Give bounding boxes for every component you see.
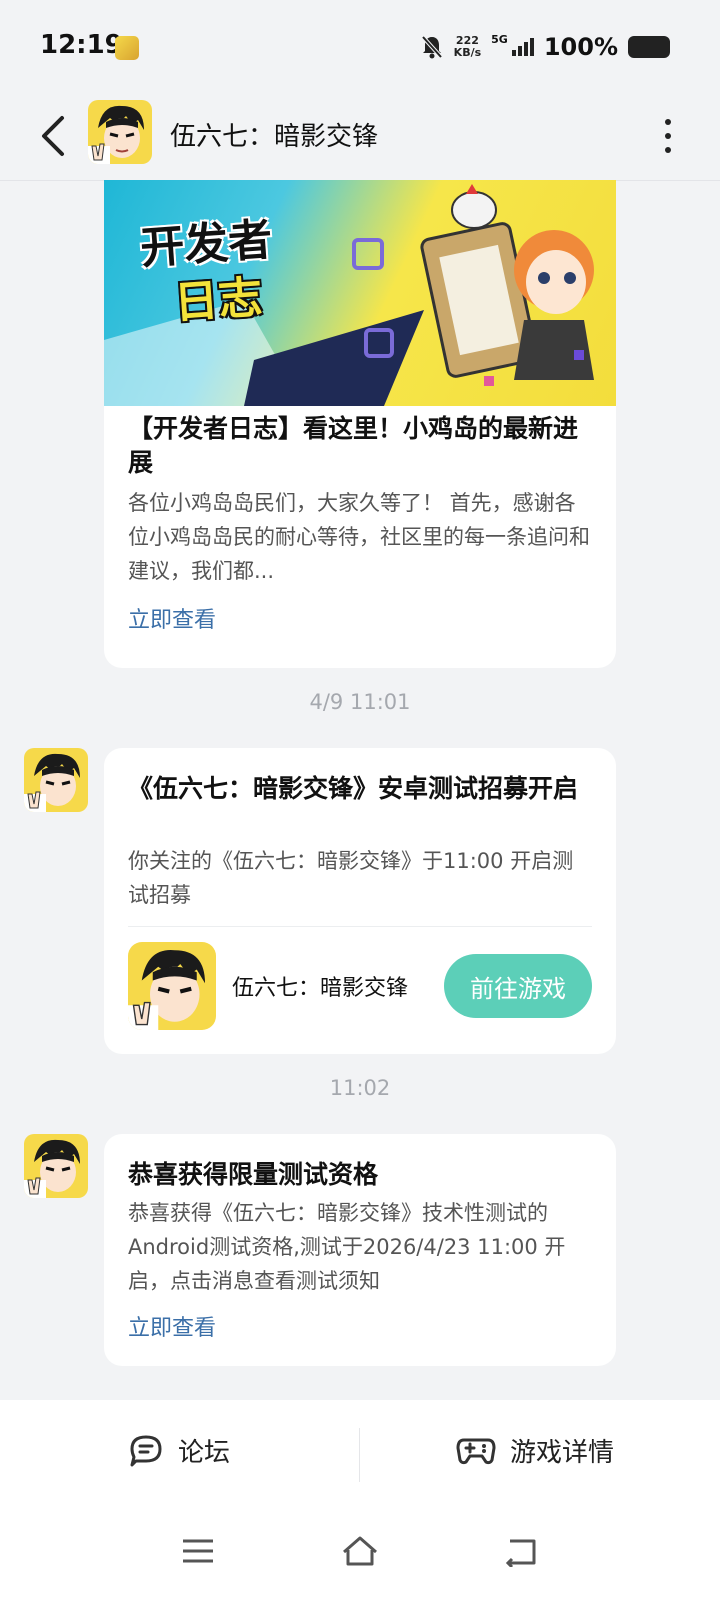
dev-log-body: 各位小鸡岛岛民们，大家久等了！ 首先，感谢各位小鸡岛岛民的耐心等待，社区里的每一… [128,491,590,583]
qualification-title: 恭喜获得限量测试资格 [128,1160,379,1189]
bottom-action-bar: 论坛 游戏详情 [0,1400,720,1500]
qualification-body: 恭喜获得《伍六七：暗影交锋》技术性测试的Android测试资格,测试于2026/… [128,1201,566,1293]
home-icon [343,1536,377,1566]
banner-text-line2: 日志 [172,271,264,329]
status-time: 12:19 [40,30,123,60]
go-to-game-button[interactable]: 前往游戏 [444,954,592,1018]
dev-log-view-link[interactable]: 立即查看 [128,602,216,634]
signal-5g-icon: 5G [491,33,534,56]
back-button[interactable] [26,106,78,166]
more-dot [665,133,671,139]
forum-chat-icon [130,1435,162,1467]
forum-button[interactable]: 论坛 [128,1400,230,1500]
qualification-card[interactable]: 恭喜获得限量测试资格 恭喜获得《伍六七：暗影交锋》技术性测试的Android测试… [104,1134,616,1366]
chevron-left-icon [42,116,64,156]
forum-label: 论坛 [178,1437,231,1468]
back-nav-button[interactable] [490,1526,550,1576]
battery-percent: 100% [543,33,618,61]
more-options-button[interactable] [656,110,680,162]
dev-log-banner-image[interactable]: 开发者 日志 [104,180,616,406]
back-arrow-icon [505,1539,536,1567]
game-name: 伍六七：暗影交锋 [232,976,409,1001]
game-avatar[interactable] [88,100,152,164]
status-icons: 222 KB/s 5G 100% [420,33,670,61]
dev-log-title: 【开发者日志】看这里！小鸡岛的最新进展 [128,414,579,477]
status-bar: 12:19 222 KB/s 5G 100% [0,0,720,92]
recruit-card[interactable]: 《伍六七：暗影交锋》安卓测试招募开启 你关注的《伍六七：暗影交锋》于11:00 … [104,748,616,1054]
game-detail-button[interactable]: 游戏详情 [456,1400,614,1500]
card-divider [128,926,592,927]
bottom-bar-divider [359,1428,360,1482]
game-detail-label: 游戏详情 [510,1437,615,1468]
battery-icon [628,36,670,58]
character-face-icon [128,942,216,1030]
more-vertical-icon [665,119,671,125]
message-timestamp: 4/9 11:01 [309,690,411,714]
character-face-icon [88,100,152,164]
bell-off-icon [421,35,443,59]
notification-app-icon [115,36,139,60]
game-icon[interactable] [128,942,216,1030]
network-type: 5G [491,33,508,46]
character-face-icon [24,1134,88,1198]
sender-avatar[interactable] [24,1134,88,1198]
message-timestamp: 11:02 [329,1076,391,1100]
home-button[interactable] [330,1526,390,1576]
menu-icon [183,1539,213,1563]
sender-avatar[interactable] [24,748,88,812]
recruit-body: 你关注的《伍六七：暗影交锋》于11:00 开启测试招募 [128,849,574,907]
net-speed: 222 KB/s [454,35,481,59]
net-speed-unit: KB/s [453,46,482,59]
character-face-icon [24,748,88,812]
qualification-view-link[interactable]: 立即查看 [128,1310,216,1342]
system-nav-bar [0,1500,720,1600]
more-dot [665,147,671,153]
recruit-title: 《伍六七：暗影交锋》安卓测试招募开启 [128,774,579,803]
chat-header: 伍六七：暗影交锋 [0,92,720,181]
gamepad-icon [456,1438,496,1465]
recent-apps-button[interactable] [168,1526,228,1576]
page-title: 伍六七：暗影交锋 [170,122,379,152]
